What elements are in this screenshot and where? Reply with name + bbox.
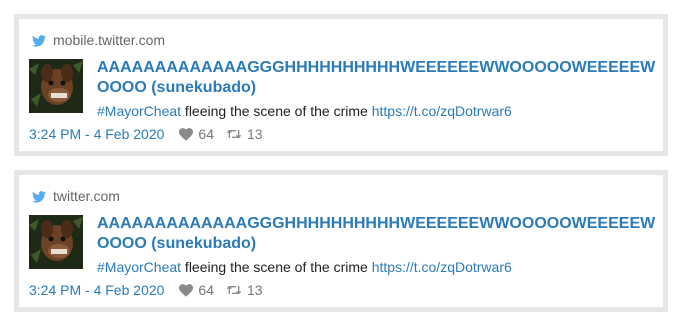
likes-stat[interactable]: 64 bbox=[179, 126, 214, 142]
tweet-date-link[interactable]: 3:24 PM - 4 Feb 2020 bbox=[29, 282, 164, 298]
retweet-icon bbox=[226, 285, 242, 295]
retweets-stat[interactable]: 13 bbox=[226, 126, 263, 142]
heart-icon bbox=[179, 283, 194, 297]
likes-count: 64 bbox=[198, 126, 214, 142]
tweet-source-label: mobile.twitter.com bbox=[53, 32, 166, 48]
twitter-bird-icon bbox=[32, 34, 46, 47]
tweet-embed-card: mobile.twitter.com AAAAAAAAAAAAAGGGHHHHH… bbox=[14, 14, 668, 156]
tweet-source-label: twitter.com bbox=[53, 188, 120, 204]
tweet-url-link[interactable]: https://t.co/zqDotrwar6 bbox=[372, 103, 512, 119]
tweet-source[interactable]: mobile.twitter.com bbox=[32, 31, 165, 49]
hashtag-link[interactable]: #MayorCheat bbox=[97, 103, 181, 119]
hashtag-link[interactable]: #MayorCheat bbox=[97, 259, 181, 275]
heart-icon bbox=[179, 127, 194, 141]
avatar[interactable] bbox=[29, 59, 83, 113]
twitter-bird-icon bbox=[32, 190, 46, 203]
tweet-meta: 3:24 PM - 4 Feb 2020 64 13 bbox=[29, 281, 275, 299]
retweets-stat[interactable]: 13 bbox=[226, 282, 263, 298]
tweet-source[interactable]: twitter.com bbox=[32, 187, 120, 205]
retweet-icon bbox=[226, 129, 242, 139]
tweet-author-link[interactable]: AAAAAAAAAAAAAGGGHHHHHHHHHHWEEEEEEWWOOOOO… bbox=[97, 58, 662, 98]
tweet-text-content: fleeing the scene of the crime bbox=[181, 259, 372, 275]
avatar[interactable] bbox=[29, 215, 83, 269]
tweet-embed-card: twitter.com AAAAAAAAAAAAAGGGHHHHHHHHHHWE… bbox=[14, 170, 668, 312]
retweets-count: 13 bbox=[247, 282, 263, 298]
likes-stat[interactable]: 64 bbox=[179, 282, 214, 298]
tweet-url-link[interactable]: https://t.co/zqDotrwar6 bbox=[372, 259, 512, 275]
tweet-meta: 3:24 PM - 4 Feb 2020 64 13 bbox=[29, 125, 275, 143]
likes-count: 64 bbox=[198, 282, 214, 298]
tweet-date-link[interactable]: 3:24 PM - 4 Feb 2020 bbox=[29, 126, 164, 142]
tweet-text: #MayorCheat fleeing the scene of the cri… bbox=[97, 102, 662, 120]
retweets-count: 13 bbox=[247, 126, 263, 142]
tweet-text: #MayorCheat fleeing the scene of the cri… bbox=[97, 258, 662, 276]
tweet-text-content: fleeing the scene of the crime bbox=[181, 103, 372, 119]
tweet-author-link[interactable]: AAAAAAAAAAAAAGGGHHHHHHHHHHWEEEEEEWWOOOOO… bbox=[97, 214, 662, 254]
